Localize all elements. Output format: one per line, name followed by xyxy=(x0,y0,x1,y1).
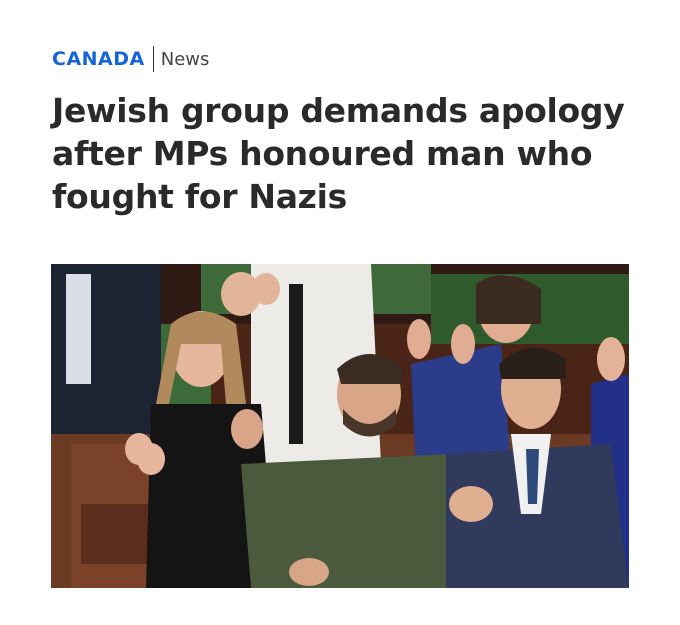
section-subtitle[interactable]: News xyxy=(161,49,210,70)
section-header[interactable]: CANADA News xyxy=(52,44,209,74)
section-divider xyxy=(152,46,154,72)
article-headline[interactable]: Jewish group demands apology after MPs h… xyxy=(52,89,652,218)
article-card: CANADA News Jewish group demands apology… xyxy=(0,0,680,625)
photo-illustration xyxy=(51,264,629,588)
article-photo[interactable] xyxy=(51,264,629,588)
section-name[interactable]: CANADA xyxy=(52,48,145,70)
